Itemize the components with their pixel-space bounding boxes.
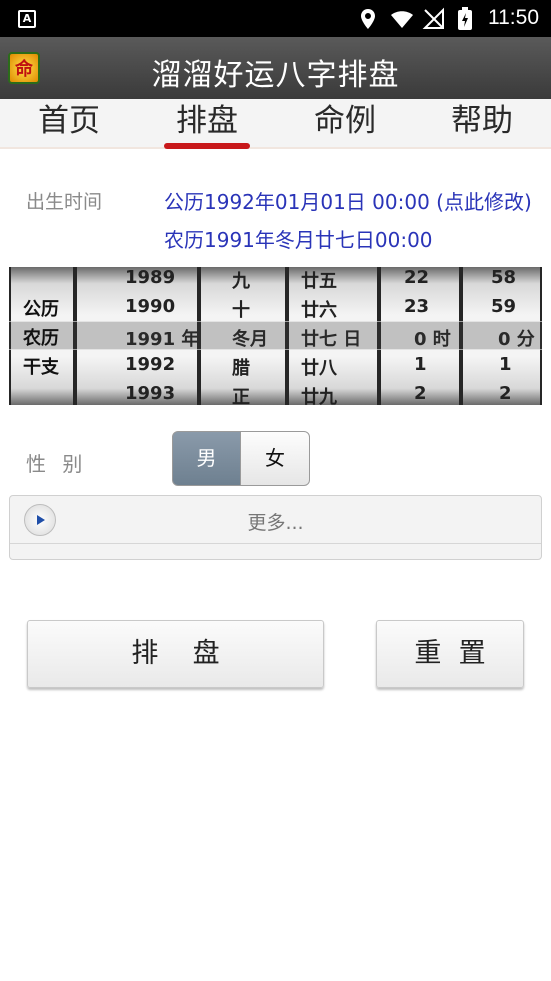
battery-icon	[458, 7, 472, 30]
year-item: 1990	[125, 296, 176, 317]
gender-male-button[interactable]: 男	[172, 431, 241, 486]
more-options-panel[interactable]: 更多...	[9, 495, 542, 560]
app-notification-icon: A	[18, 10, 36, 28]
day-item: 廿八	[301, 358, 337, 379]
year-selected: 1991 年	[125, 329, 200, 350]
month-item: 十	[232, 300, 250, 321]
month-item: 腊	[232, 358, 250, 379]
tab-cases[interactable]: 命例	[276, 99, 414, 147]
hour-item: 1	[414, 354, 427, 375]
minute-selected: 0 分	[498, 329, 535, 350]
lunar-date-text: 农历1991年冬月廿七日00:00	[164, 228, 433, 252]
hour-selected: 0 时	[414, 329, 451, 350]
tab-chart[interactable]: 排盘	[138, 99, 276, 149]
clock: 11:50	[488, 6, 539, 29]
more-divider	[10, 543, 541, 544]
chart-button[interactable]: 排 盘	[27, 620, 324, 688]
month-item: 九	[232, 271, 250, 292]
month-selected: 冬月	[232, 329, 268, 350]
tab-bar: 首页 排盘 命例 帮助	[0, 99, 551, 149]
app-title: 溜溜好运八字排盘	[151, 58, 400, 93]
year-item: 1989	[125, 267, 176, 288]
row-label-solar: 公历	[23, 299, 59, 320]
minute-item: 58	[491, 267, 517, 288]
tab-home[interactable]: 首页	[0, 99, 138, 147]
location-icon	[361, 9, 375, 29]
status-bar: A 11:50	[0, 0, 551, 37]
hour-item: 22	[404, 267, 430, 288]
month-item: 正	[232, 387, 250, 405]
day-item: 廿九	[301, 387, 337, 405]
gender-female-button[interactable]: 女	[240, 431, 310, 486]
solar-date-link[interactable]: 公历1992年01月01日 00:00 (点此修改)	[164, 186, 532, 215]
title-bar: 命 溜溜好运八字排盘	[0, 37, 551, 99]
year-item: 1993	[125, 383, 176, 404]
minute-item: 1	[499, 354, 512, 375]
date-picker[interactable]: 公历 农历 干支 1989 1990 1991 年 1992 1993 九 十 …	[9, 267, 542, 405]
no-signal-icon	[422, 7, 444, 29]
minute-item: 59	[491, 296, 517, 317]
day-selected: 廿七 日	[301, 329, 362, 350]
hour-item: 2	[414, 383, 427, 404]
wifi-icon	[391, 11, 413, 28]
picker-selection-band	[9, 321, 542, 350]
minute-item: 2	[499, 383, 512, 404]
more-options-label: 更多...	[247, 512, 304, 534]
tab-help[interactable]: 帮助	[413, 99, 551, 147]
hour-item: 23	[404, 296, 430, 317]
gender-label: 性 别	[26, 452, 88, 476]
reset-button[interactable]: 重 置	[376, 620, 524, 688]
day-item: 廿五	[301, 271, 337, 292]
year-item: 1992	[125, 354, 176, 375]
row-label-ganzhi: 干支	[23, 357, 59, 378]
birth-time-label: 出生时间	[26, 191, 103, 213]
row-label-lunar: 农历	[23, 328, 59, 349]
day-item: 廿六	[301, 300, 337, 321]
